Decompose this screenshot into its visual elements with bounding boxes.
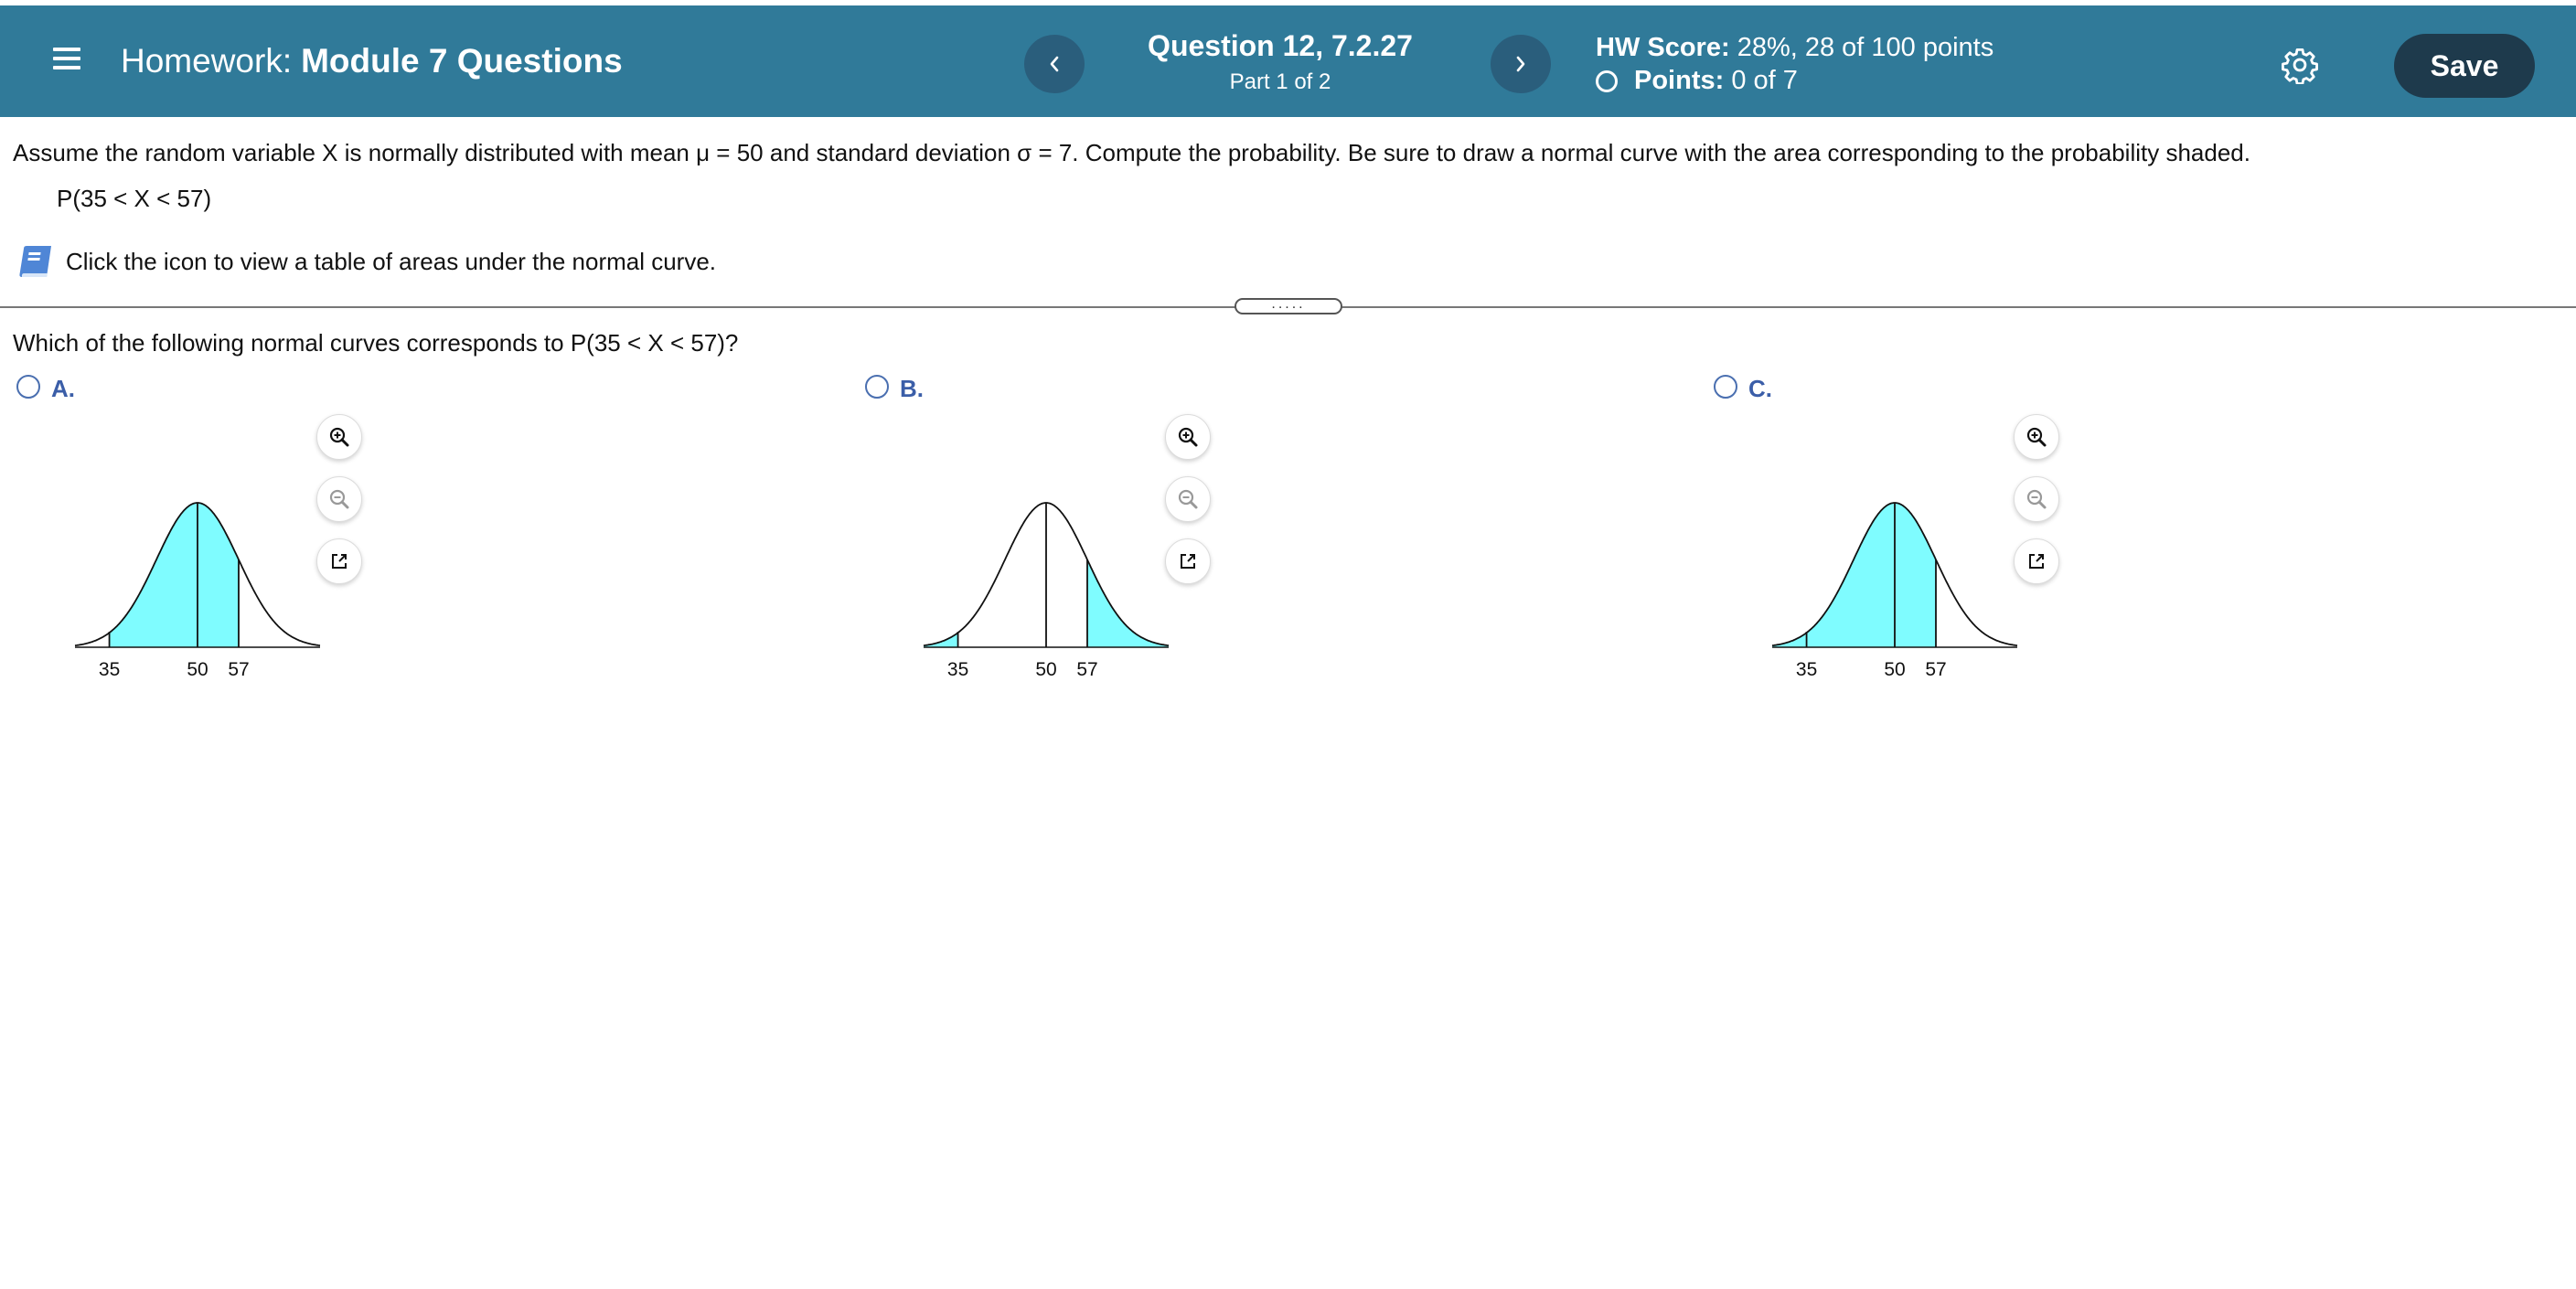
- points-status-icon: [1596, 69, 1618, 92]
- book-icon[interactable]: [16, 243, 55, 280]
- zoom-in-icon: [1178, 427, 1198, 447]
- top-header-bar: Homework: Module 7 Questions Question 12,…: [0, 5, 2576, 117]
- normal-table-link-text: Click the icon to view a table of areas …: [66, 248, 717, 275]
- homework-title: Homework: Module 7 Questions: [121, 42, 623, 80]
- option-radio[interactable]: [16, 375, 40, 399]
- save-button[interactable]: Save: [2394, 34, 2535, 98]
- tick-label-50: 50: [1884, 659, 1905, 680]
- answer-option-a[interactable]: A. 35 50 57: [13, 375, 836, 680]
- gear-icon[interactable]: [2281, 46, 2319, 84]
- chevron-right-icon: [1516, 56, 1525, 72]
- next-question-button[interactable]: [1491, 35, 1551, 93]
- zoom-in-icon: [329, 427, 349, 447]
- normal-curve-graph: 35 50 57: [1771, 502, 2018, 680]
- tick-label-50: 50: [1035, 659, 1056, 680]
- option-radio[interactable]: [865, 375, 889, 399]
- normal-curve-graph: 35 50 57: [923, 502, 1170, 680]
- option-label[interactable]: B.: [900, 375, 924, 403]
- points-status: Points: 0 of 7: [1596, 66, 1798, 96]
- question-part: Part 1 of 2: [1229, 69, 1331, 94]
- probability-expression: P(35 < X < 57): [57, 185, 212, 212]
- tick-label-57: 57: [1925, 659, 1946, 680]
- hw-score-label: HW Score:: [1596, 33, 1730, 62]
- previous-question-button[interactable]: [1024, 35, 1085, 93]
- sub-question-text: Which of the following normal curves cor…: [13, 329, 739, 357]
- shaded-area: [1772, 503, 1936, 647]
- normal-curve-graph: 35 50 57: [74, 502, 321, 680]
- splitter-handle[interactable]: .....: [1235, 297, 1342, 314]
- shaded-area: [1087, 559, 1169, 647]
- zoom-in-button[interactable]: [2014, 414, 2059, 460]
- tick-label-50: 50: [187, 659, 208, 680]
- zoom-in-button[interactable]: [316, 414, 362, 460]
- zoom-in-button[interactable]: [1165, 414, 1211, 460]
- tick-label-57: 57: [228, 659, 249, 680]
- chevron-left-icon: [1050, 56, 1059, 72]
- hw-score: HW Score: 28%, 28 of 100 points: [1596, 33, 1993, 63]
- tick-label-57: 57: [1076, 659, 1097, 680]
- option-radio[interactable]: [1714, 375, 1737, 399]
- question-statement: Assume the random variable X is normally…: [13, 139, 2250, 166]
- answer-option-b[interactable]: B. 35 50 57: [861, 375, 1684, 680]
- points-label: Points:: [1634, 66, 1725, 95]
- menu-icon[interactable]: [53, 46, 82, 71]
- tick-label-35: 35: [947, 659, 968, 680]
- hw-score-value: 28%, 28 of 100 points: [1737, 33, 1994, 62]
- tick-label-35: 35: [99, 659, 120, 680]
- homework-name: Module 7 Questions: [301, 42, 623, 80]
- question-title: Question 12, 7.2.27: [1148, 29, 1413, 62]
- option-label[interactable]: A.: [51, 375, 75, 403]
- zoom-in-icon: [2026, 427, 2047, 447]
- homework-prefix: Homework:: [121, 42, 293, 80]
- option-label[interactable]: C.: [1748, 375, 1772, 403]
- answer-option-c[interactable]: C. 35 50 57: [1710, 375, 2533, 680]
- tick-label-35: 35: [1796, 659, 1817, 680]
- points-value: 0 of 7: [1731, 66, 1798, 95]
